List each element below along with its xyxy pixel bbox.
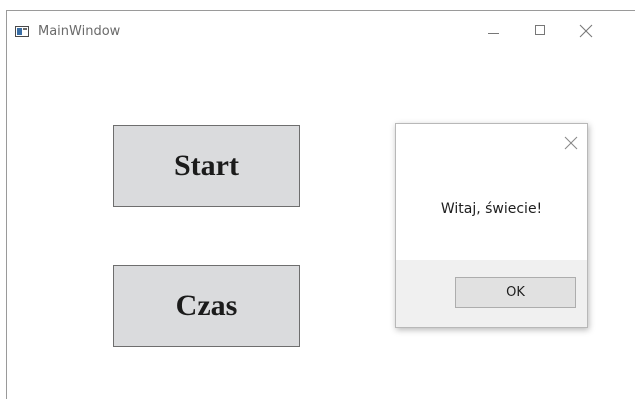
maximize-icon [535,25,545,35]
close-icon [564,136,578,150]
title-bar[interactable]: MainWindow [7,11,635,53]
app-window-icon [15,26,29,37]
message-box-footer: OK [396,260,587,327]
message-box: Witaj, świecie! OK [395,123,588,328]
minimize-button[interactable] [471,11,517,53]
message-box-close-button[interactable] [564,135,578,150]
maximize-button[interactable] [517,11,563,53]
main-window: MainWindow Start Czas Witaj, świecie! OK [6,10,635,399]
close-button[interactable] [563,11,609,53]
czas-button[interactable]: Czas [113,265,300,347]
minimize-icon [488,33,499,34]
ok-button[interactable]: OK [455,277,576,308]
close-icon [579,24,593,38]
message-text: Witaj, świecie! [440,201,543,217]
window-title: MainWindow [38,24,121,39]
start-button[interactable]: Start [113,125,300,207]
